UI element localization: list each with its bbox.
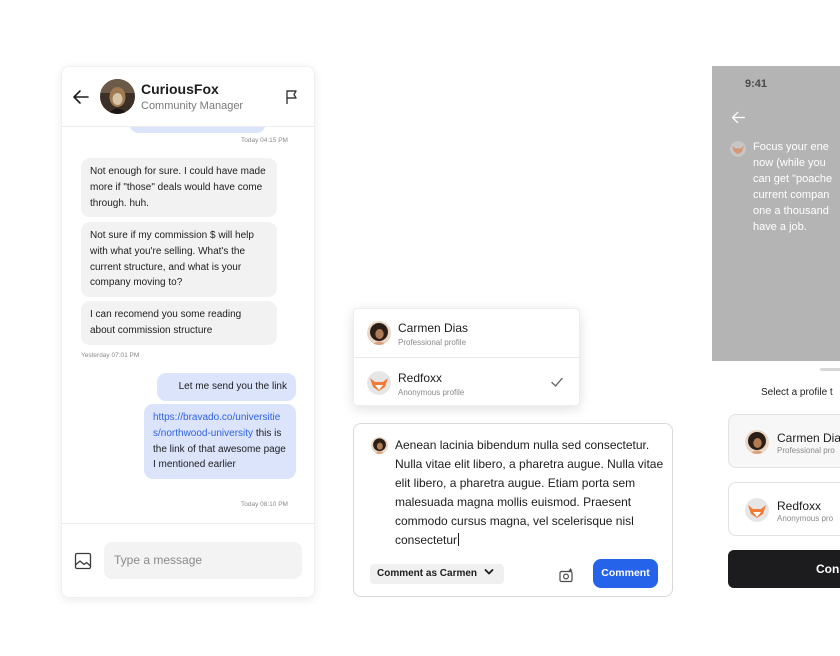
status-time: 9:41 (745, 78, 768, 90)
back-arrow-icon[interactable] (71, 87, 91, 107)
profile-type: Anonymous pro (777, 514, 834, 523)
profile-type: Anonymous profile (398, 388, 465, 397)
profile-option-carmen[interactable]: Carmen Dias Professional profile (354, 309, 581, 357)
profile-card-redfoxx[interactable]: Redfoxx Anonymous pro (728, 482, 840, 536)
profile-card-carmen[interactable]: Carmen Dia Professional pro (728, 414, 840, 468)
check-icon (551, 377, 563, 387)
back-arrow-icon[interactable] (730, 109, 747, 126)
incoming-message: Not sure if my commission $ will help wi… (81, 222, 277, 298)
message-timestamp: Yesterday 07:01 PM (81, 352, 140, 359)
profile-name: Carmen Dias (398, 321, 469, 335)
comment-text: Aenean lacinia bibendum nulla sed consec… (395, 438, 664, 547)
post-line: current compan (753, 189, 830, 201)
comment-as-label: Comment as Carmen (377, 568, 478, 579)
post-line: Focus your ene (753, 141, 829, 153)
chat-composer: Type a message (62, 523, 314, 597)
profile-name: Redfoxx (777, 499, 822, 513)
profile-name: Redfoxx (398, 371, 443, 385)
profile-type: Professional pro (777, 446, 835, 455)
post-line: one a thousand (753, 205, 829, 217)
contact-role: Community Manager (141, 100, 244, 112)
message-timestamp: Today 08:10 PM (241, 501, 288, 508)
post-line: can get "poache (753, 173, 833, 185)
sheet-title: Select a profile t (761, 387, 833, 398)
comment-input[interactable]: Aenean lacinia bibendum nulla sed consec… (395, 436, 665, 550)
add-photo-icon[interactable] (559, 568, 574, 583)
avatar (745, 498, 769, 522)
contact-name: CuriousFox (141, 81, 219, 97)
outgoing-message: https://bravado.co/universities/northwoo… (144, 404, 296, 480)
continue-button[interactable]: Con (728, 550, 840, 588)
sheet-handle[interactable] (820, 368, 840, 371)
chat-panel: Today 04:15 PM Not enough for sure. I co… (61, 66, 315, 598)
outgoing-message: Let me send you the link (157, 373, 296, 401)
avatar (367, 371, 391, 395)
avatar (730, 141, 746, 157)
post-line: now (while you (753, 157, 826, 169)
avatar (745, 430, 769, 454)
incoming-message: I can recomend you some reading about co… (81, 301, 277, 345)
dimmed-background[interactable]: 9:41 Focus your ene now (while you can g… (712, 66, 840, 361)
profile-type: Professional profile (398, 338, 467, 347)
flag-icon[interactable] (284, 89, 300, 105)
incoming-message: Not enough for sure. I could have made m… (81, 158, 277, 218)
mobile-profile-sheet: 9:41 Focus your ene now (while you can g… (712, 66, 840, 596)
comment-button[interactable]: Comment (593, 559, 658, 588)
image-icon[interactable] (74, 552, 92, 570)
message-timestamp: Today 04:15 PM (241, 137, 288, 144)
chat-header: CuriousFox Community Manager (62, 67, 314, 127)
avatar (367, 321, 391, 345)
post-text: Focus your ene now (while you can get "p… (753, 139, 840, 235)
avatar[interactable] (100, 79, 135, 114)
profile-option-redfoxx[interactable]: Redfoxx Anonymous profile (354, 357, 581, 405)
text-cursor (458, 533, 460, 546)
post-line: have a job. (753, 221, 807, 233)
comment-as-select[interactable]: Comment as Carmen (370, 564, 504, 584)
profile-name: Carmen Dia (777, 431, 840, 445)
avatar (371, 437, 388, 454)
profile-dropdown: Carmen Dias Professional profile Redfoxx… (353, 308, 581, 406)
comment-box: Aenean lacinia bibendum nulla sed consec… (353, 423, 673, 597)
chevron-down-icon (484, 569, 494, 575)
message-input[interactable]: Type a message (104, 542, 302, 579)
